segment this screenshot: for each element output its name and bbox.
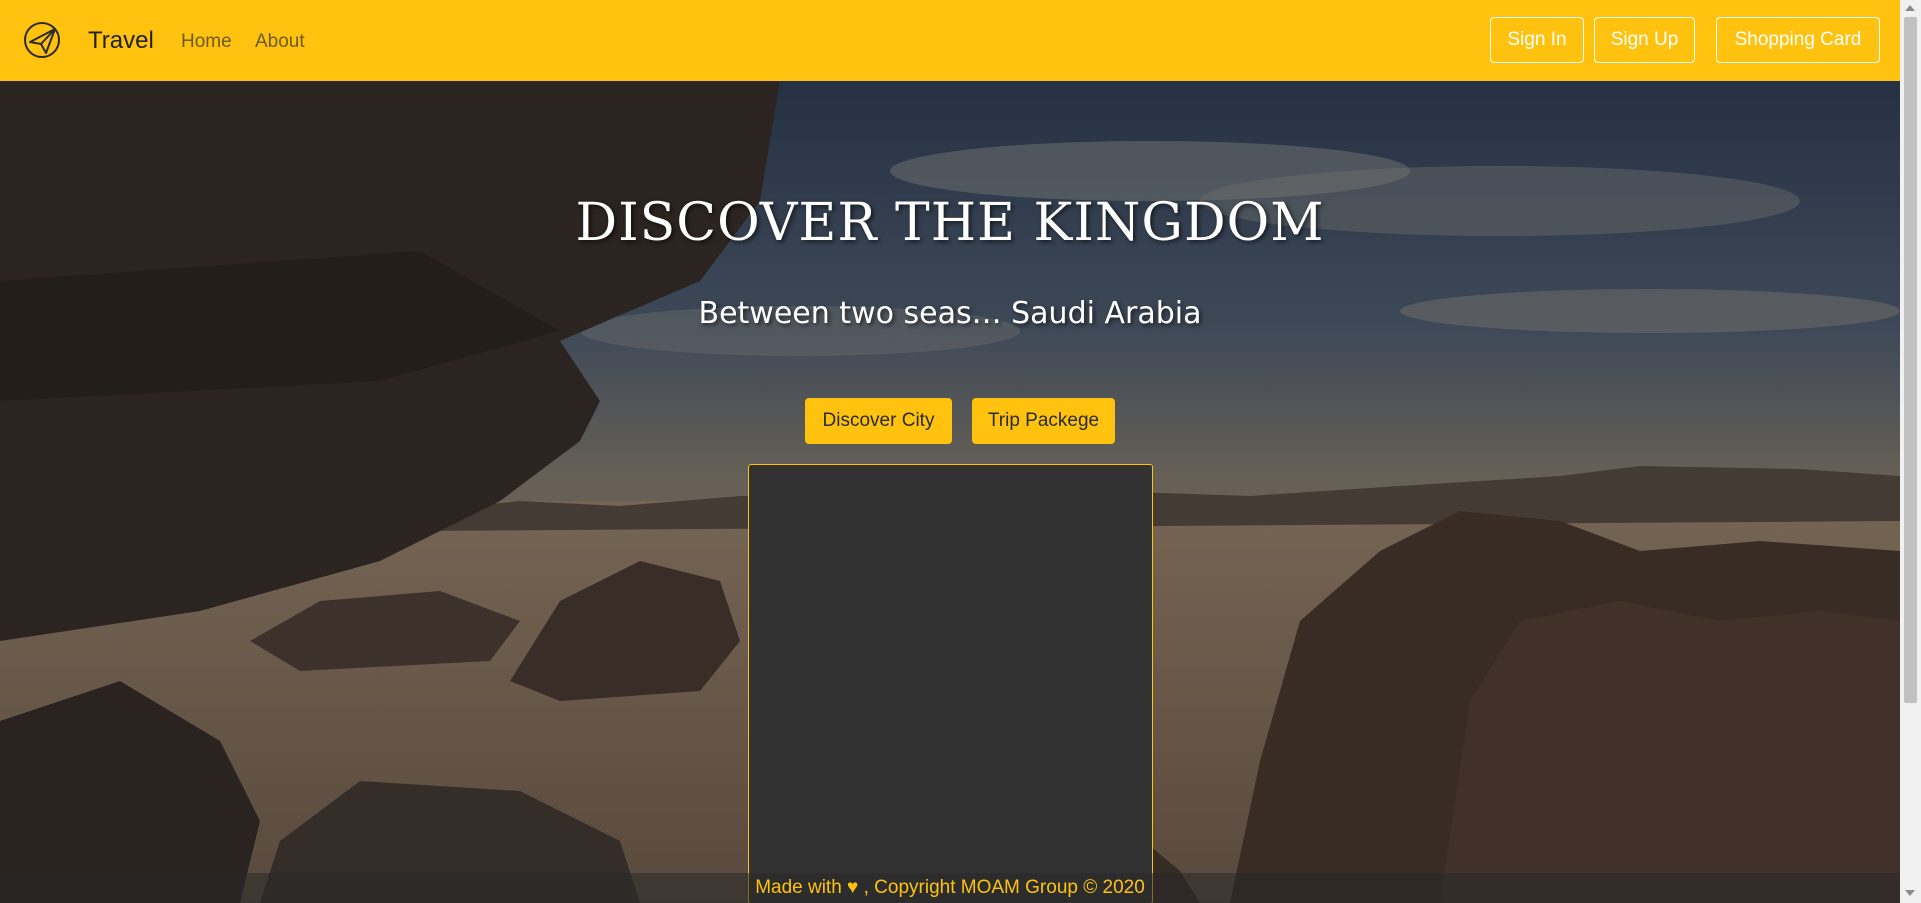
brand-name[interactable]: Travel <box>88 27 154 55</box>
hero-subtitle: Between two seas… Saudi Arabia <box>698 296 1202 331</box>
content-panel <box>748 464 1153 903</box>
nav-link-about[interactable]: About <box>255 31 305 53</box>
scroll-thumb[interactable] <box>1904 17 1917 703</box>
discover-city-button[interactable]: Discover City <box>805 398 952 444</box>
scroll-up-arrow-icon[interactable] <box>1905 5 1915 11</box>
paper-plane-icon[interactable] <box>22 20 62 60</box>
trip-package-button[interactable]: Trip Packege <box>972 398 1115 444</box>
nav-link-home[interactable]: Home <box>181 31 232 53</box>
footer: Made with ♥ , Copyright MOAM Group © 202… <box>0 873 1900 903</box>
page-scrollbar[interactable] <box>1900 0 1921 903</box>
hero-section: DISCOVER THE KINGDOM Between two seas… S… <box>0 81 1900 903</box>
scroll-down-arrow-icon[interactable] <box>1905 890 1915 896</box>
top-navbar: Travel Home About Sign In Sign Up Shoppi… <box>0 0 1900 81</box>
shopping-card-button[interactable]: Shopping Card <box>1716 17 1880 63</box>
sign-up-button[interactable]: Sign Up <box>1594 17 1695 63</box>
hero-title: DISCOVER THE KINGDOM <box>575 193 1325 253</box>
sign-in-button[interactable]: Sign In <box>1490 17 1584 63</box>
